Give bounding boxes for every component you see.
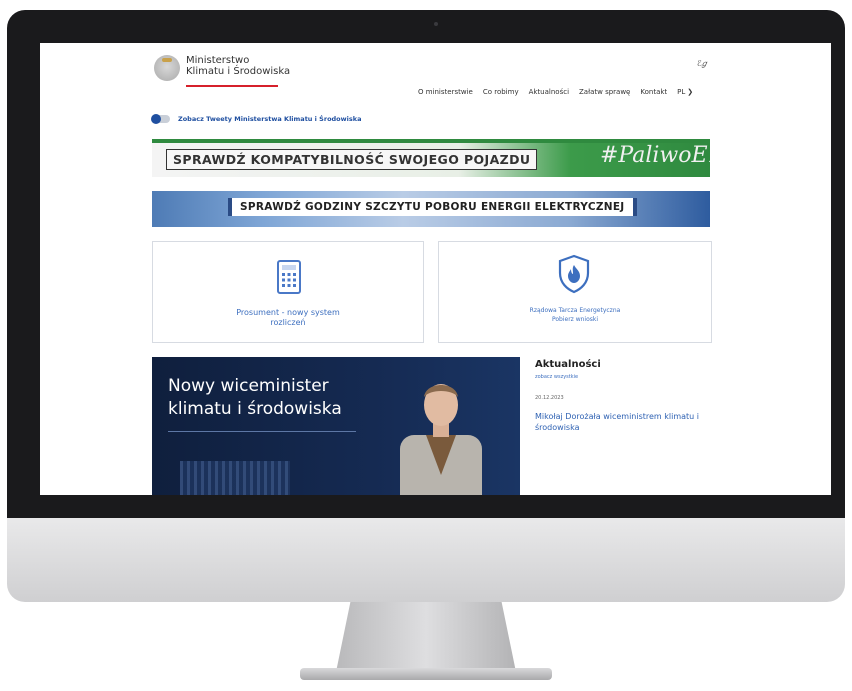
logo-text: Ministerstwo Klimatu i Środowiska	[186, 55, 290, 77]
card-shield-line-2: Pobierz wnioski	[551, 316, 599, 323]
nav-item-news[interactable]: Aktualności	[529, 88, 569, 96]
hero-line-2: klimatu i środowiska	[168, 399, 342, 419]
card-prosument-title: Prosument - nowy system rozliczeń	[153, 308, 423, 328]
monitor-chin	[7, 518, 845, 602]
card-prosument-line-2: rozliczeń	[270, 318, 306, 327]
webcam-dot	[434, 22, 438, 26]
logo-red-underline	[186, 85, 278, 87]
person-photo	[400, 384, 482, 495]
card-energy-shield[interactable]: Rządowa Tarcza Energetyczna Pobierz wnio…	[438, 241, 712, 343]
fuel-hashtag: #PaliwoE10	[600, 143, 710, 168]
tweets-toggle-label[interactable]: Zobacz Tweety Ministerstwa Klimatu i Śro…	[178, 115, 361, 123]
browser-viewport: Ministerstwo Klimatu i Środowiska ℰ𝑔 O m…	[40, 43, 831, 495]
shield-flame-icon	[558, 254, 590, 294]
calculator-icon	[277, 260, 301, 294]
energy-banner-text: SPRAWDŹ GODZINY SZCZYTU POBORU ENERGII E…	[228, 198, 637, 216]
fuel-banner-text: SPRAWDŹ KOMPATYBILNOŚĆ SWOJEGO POJAZDU	[166, 149, 538, 170]
logo-line-1: Ministerstwo	[186, 55, 250, 66]
hero-news-banner[interactable]: Nowy wiceminister klimatu i środowiska	[152, 357, 520, 495]
card-prosument[interactable]: Prosument - nowy system rozliczeń	[152, 241, 424, 343]
eagle-emblem-icon	[154, 55, 180, 81]
card-shield-line-1: Rządowa Tarcza Energetyczna	[529, 307, 621, 314]
card-prosument-line-1: Prosument - nowy system	[236, 308, 340, 317]
energy-peak-banner[interactable]: SPRAWDŹ GODZINY SZCZYTU POBORU ENERGII E…	[152, 191, 710, 227]
logo-line-2: Klimatu i Środowiska	[186, 66, 291, 77]
tweets-toggle-row: Zobacz Tweety Ministerstwa Klimatu i Śro…	[151, 114, 361, 124]
language-selector[interactable]: PL ❯	[677, 88, 693, 96]
nav-item-what-we-do[interactable]: Co robimy	[483, 88, 519, 96]
news-see-all-link[interactable]: zobacz wszystkie	[535, 374, 578, 380]
news-heading: Aktualności	[535, 359, 601, 370]
chevron-down-icon: ❯	[687, 88, 694, 96]
news-item-title[interactable]: Mikołaj Dorożała wiceministrem klimatu i…	[535, 411, 705, 433]
site-logo[interactable]: Ministerstwo Klimatu i Środowiska	[154, 55, 290, 81]
tweets-toggle-switch[interactable]	[151, 114, 170, 124]
hero-line-1: Nowy wiceminister	[168, 376, 329, 396]
card-energy-shield-title: Rządowa Tarcza Energetyczna Pobierz wnio…	[439, 306, 711, 324]
language-code: PL	[677, 88, 686, 96]
nav-item-about[interactable]: O ministerstwie	[418, 88, 473, 96]
hero-headline: Nowy wiceminister klimatu i środowiska	[168, 375, 342, 421]
main-nav: O ministerstwie Co robimy Aktualności Za…	[418, 88, 693, 96]
monitor-stand-foot	[300, 668, 552, 680]
building-silhouette	[180, 461, 290, 495]
nav-item-services[interactable]: Załatw sprawę	[579, 88, 630, 96]
news-item-date: 20.12.2023	[535, 395, 564, 401]
hero-divider	[168, 431, 356, 432]
sign-language-icon[interactable]: ℰ𝑔	[697, 59, 706, 69]
fuel-compatibility-banner[interactable]: SPRAWDŹ KOMPATYBILNOŚĆ SWOJEGO POJAZDU #…	[152, 139, 710, 177]
monitor-stand-neck	[336, 602, 516, 672]
nav-item-contact[interactable]: Kontakt	[640, 88, 667, 96]
